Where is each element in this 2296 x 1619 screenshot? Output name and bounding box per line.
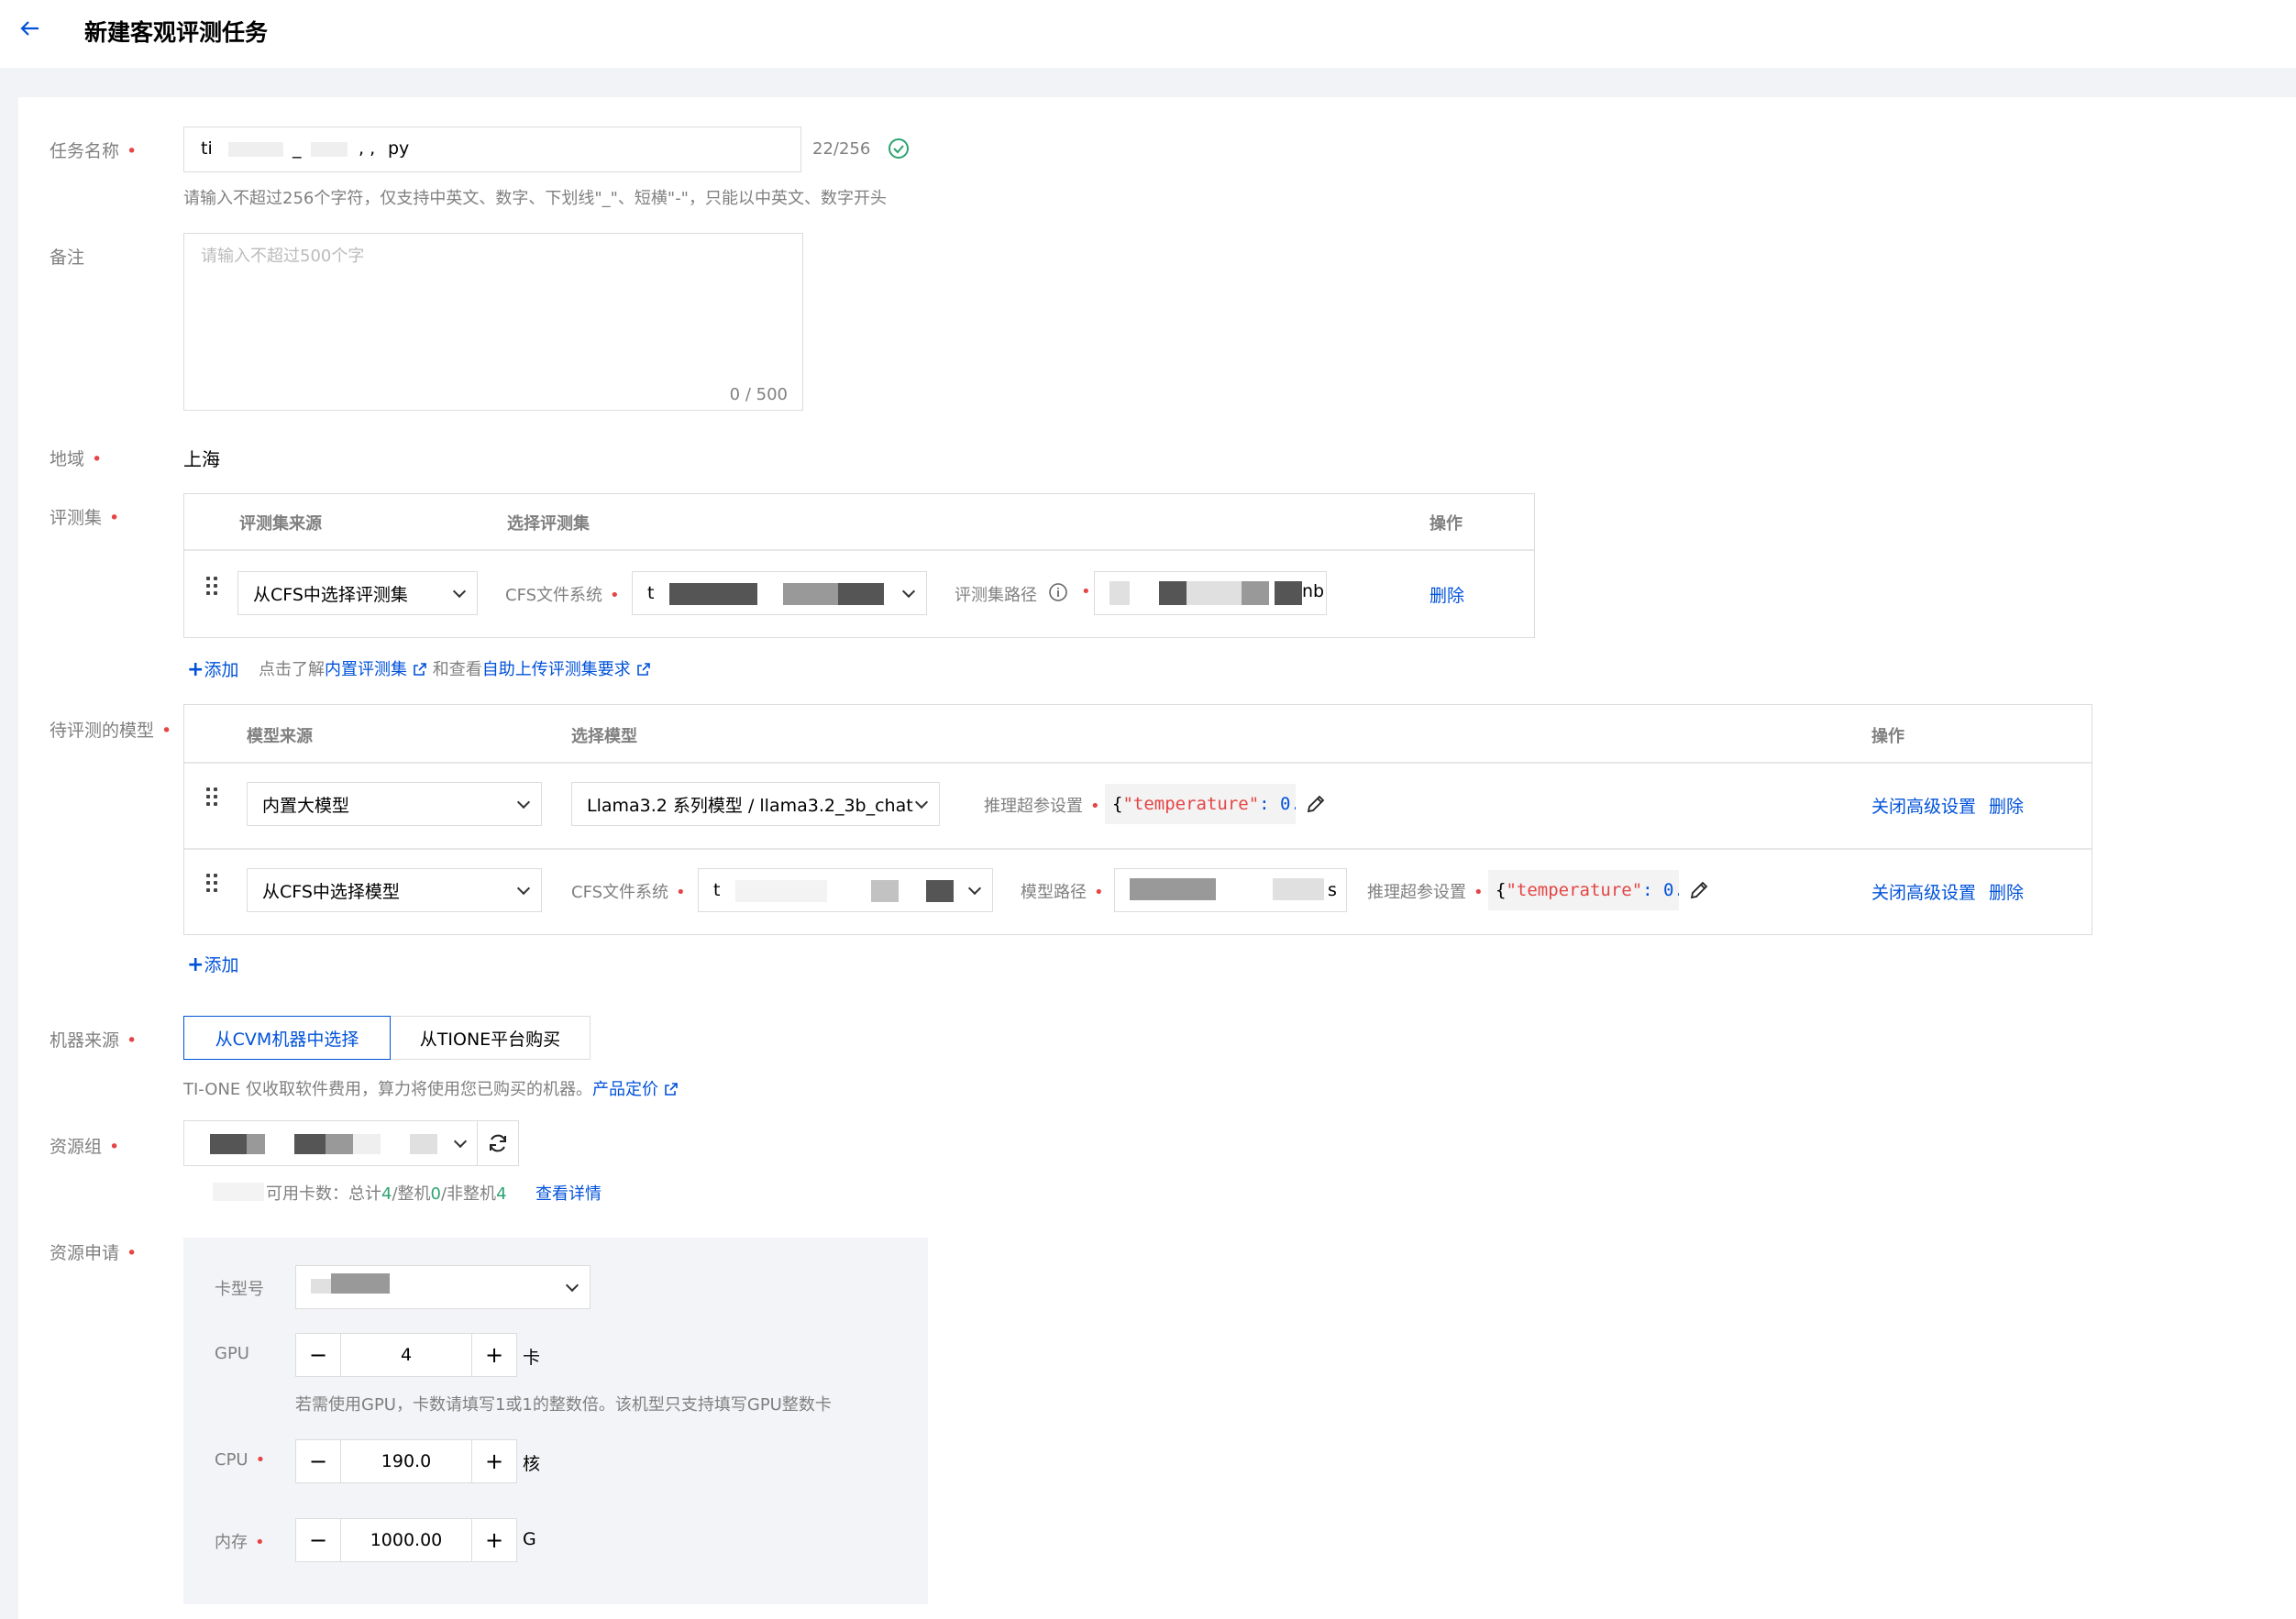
page-header: 新建客观评测任务 — [0, 0, 2296, 68]
plus-icon: + — [187, 658, 204, 681]
cpu-unit: 核 — [523, 1454, 541, 1474]
chevron-down-icon — [516, 881, 531, 896]
task-name-label: 任务名称 • — [50, 141, 138, 161]
machine-option-tione[interactable]: 从TIONE平台购买 — [391, 1016, 591, 1060]
chevron-down-icon — [967, 881, 982, 896]
resource-availability: 可用卡数：总计4/整机0/非整机4 — [266, 1184, 507, 1204]
infer-param-value[interactable]: { "temperature": 0.... — [1488, 870, 1679, 910]
resource-group-select[interactable] — [183, 1120, 479, 1166]
eval-source-select[interactable]: 从CFS中选择评测集 — [237, 571, 478, 615]
model-add-button[interactable]: +添加 — [187, 952, 238, 976]
chevron-down-icon — [516, 795, 531, 810]
refresh-icon — [490, 1134, 506, 1152]
model-source-select[interactable]: 从CFS中选择模型 — [247, 868, 542, 912]
memory-unit: G — [523, 1529, 536, 1549]
chevron-down-icon — [914, 795, 929, 810]
drag-handle-icon[interactable] — [206, 577, 219, 597]
infer-param-label: 推理超参设置 • — [984, 797, 1100, 816]
memory-stepper[interactable]: − 1000.00 + — [295, 1518, 517, 1562]
chevron-down-icon — [453, 1134, 468, 1149]
resource-group-label: 资源组 • — [50, 1137, 120, 1157]
gpu-unit: 卡 — [523, 1348, 541, 1368]
upload-req-link[interactable]: 自助上传评测集要求 — [482, 660, 631, 679]
arrow-left-icon[interactable] — [15, 13, 46, 44]
region-value: 上海 — [183, 448, 220, 470]
cfs-select[interactable]: t — [632, 571, 927, 615]
remark-textarea[interactable]: 请输入不超过500个字 0 / 500 — [183, 233, 803, 411]
task-name-counter: 22/256 — [812, 139, 871, 159]
drag-handle-icon[interactable] — [206, 874, 219, 894]
pricing-link[interactable]: 产品定价 — [592, 1080, 658, 1099]
model-cfs-select[interactable]: t — [698, 868, 993, 912]
machine-option-cvm[interactable]: 从CVM机器中选择 — [183, 1016, 391, 1060]
card-type-label: 卡型号 — [215, 1280, 264, 1299]
eval-delete-link[interactable]: 删除 — [1429, 582, 1464, 607]
chevron-down-icon — [565, 1278, 580, 1293]
models-label: 待评测的模型 • — [50, 721, 172, 741]
eval-set-note: 点击了解内置评测集 和查看自助上传评测集要求 — [259, 656, 651, 680]
model-delete-link[interactable]: 删除 — [1989, 879, 2024, 904]
gpu-label: GPU — [215, 1344, 249, 1363]
gpu-stepper[interactable]: − 4 + — [295, 1333, 517, 1377]
edit-pencil-icon[interactable] — [1688, 879, 1710, 901]
eval-set-label: 评测集 • — [50, 508, 120, 528]
eval-path-input[interactable]: nb — [1094, 571, 1327, 615]
eval-set-table: 评测集来源 选择评测集 操作 从CFS中选择评测集 CFS文件系统 • t 评测集… — [183, 493, 1535, 638]
model-source-select[interactable]: 内置大模型 — [247, 782, 542, 826]
resource-request-panel: 卡型号 GPU − 4 + 卡 若需使用GPU，卡数请填写1或1的整数倍。该机型… — [183, 1238, 928, 1604]
external-link-icon — [636, 663, 650, 676]
resource-request-label: 资源申请 • — [50, 1243, 138, 1263]
task-name-hint: 请输入不超过256个字符，仅支持中英文、数字、下划线"_"、短横"-"，只能以中… — [183, 189, 887, 208]
chevron-down-icon — [452, 584, 467, 599]
cpu-value[interactable]: 190.0 — [340, 1440, 472, 1482]
machine-source-label: 机器来源 • — [50, 1030, 138, 1051]
plus-icon: + — [187, 953, 204, 976]
eval-path-label: 评测集路径 — [955, 586, 1037, 605]
cpu-minus-button[interactable]: − — [296, 1440, 340, 1482]
cpu-stepper[interactable]: − 190.0 + — [295, 1439, 517, 1483]
external-link-icon — [414, 663, 426, 676]
gpu-hint: 若需使用GPU，卡数请填写1或1的整数倍。该机型只支持填写GPU整数卡 — [295, 1395, 832, 1415]
external-link-icon — [665, 1083, 678, 1096]
info-icon[interactable] — [1048, 582, 1068, 602]
memory-label: 内存 • — [215, 1533, 265, 1552]
model-delete-link[interactable]: 删除 — [1989, 793, 2024, 818]
task-name-input[interactable]: ti _ , , py — [183, 127, 801, 172]
check-circle-icon — [889, 138, 909, 159]
view-details-link[interactable]: 查看详情 — [535, 1181, 602, 1205]
remark-label: 备注 — [50, 248, 85, 268]
cfs-label: CFS文件系统 • — [505, 586, 620, 605]
models-table: 模型来源 选择模型 操作 内置大模型 Llama3.2 系列模型 / llama… — [183, 704, 2092, 935]
gpu-value[interactable]: 4 — [340, 1334, 472, 1376]
remark-counter: 0 / 500 — [729, 385, 788, 404]
memory-plus-button[interactable]: + — [472, 1519, 516, 1561]
cpu-label: CPU • — [215, 1450, 266, 1470]
model-path-input[interactable]: s — [1114, 868, 1347, 912]
edit-pencil-icon[interactable] — [1305, 793, 1327, 815]
model-select[interactable]: Llama3.2 系列模型 / llama3.2_3b_chat — [571, 782, 940, 826]
model-path-label: 模型路径 • — [1021, 883, 1104, 902]
builtin-eval-link[interactable]: 内置评测集 — [325, 660, 407, 679]
memory-minus-button[interactable]: − — [296, 1519, 340, 1561]
eval-add-button[interactable]: +添加 — [187, 656, 238, 681]
cpu-plus-button[interactable]: + — [472, 1440, 516, 1482]
memory-value[interactable]: 1000.00 — [340, 1519, 472, 1561]
close-advanced-link[interactable]: 关闭高级设置 — [1871, 879, 1976, 904]
drag-handle-icon[interactable] — [206, 787, 219, 808]
close-advanced-link[interactable]: 关闭高级设置 — [1871, 793, 1976, 818]
region-label: 地域 • — [50, 449, 103, 469]
gpu-minus-button[interactable]: − — [296, 1334, 340, 1376]
machine-note: TI-ONE 仅收取软件费用，算力将使用您已购买的机器。产品定价 — [183, 1076, 679, 1100]
card-type-select[interactable] — [295, 1265, 591, 1309]
infer-param-label: 推理超参设置 • — [1367, 883, 1484, 902]
cfs-label: CFS文件系统 • — [571, 883, 686, 902]
chevron-down-icon — [901, 584, 916, 599]
infer-param-value[interactable]: { "temperature": 0.... — [1105, 784, 1296, 824]
refresh-button[interactable] — [477, 1120, 519, 1166]
page-title: 新建客观评测任务 — [84, 19, 269, 46]
gpu-plus-button[interactable]: + — [472, 1334, 516, 1376]
